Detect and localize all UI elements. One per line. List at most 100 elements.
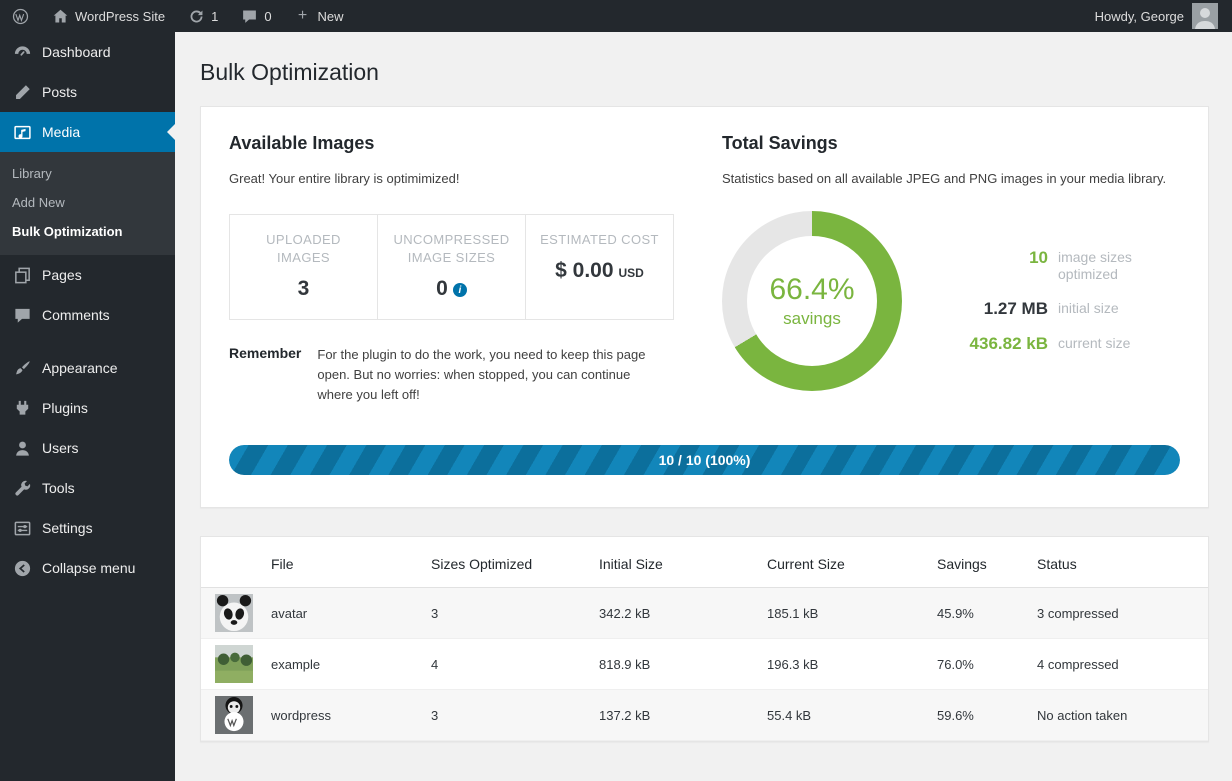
results-table-card: File Sizes Optimized Initial Size Curren… — [200, 536, 1209, 742]
initial-size-cell: 342.2 kB — [587, 588, 755, 639]
comments-menu[interactable]: 0 — [229, 0, 282, 32]
sidebar-item-pages[interactable]: Pages — [0, 255, 175, 295]
sizes-optimized-cell: 4 — [419, 639, 587, 690]
sidebar-item-appearance[interactable]: Appearance — [0, 348, 175, 388]
donut-center: 66.4% savings — [747, 236, 877, 366]
uploaded-images-value: 3 — [298, 277, 310, 301]
new-content-menu[interactable]: + New — [283, 0, 355, 32]
media-submenu: Library Add New Bulk Optimization — [0, 152, 175, 255]
file-name: avatar — [259, 588, 419, 639]
stat-label: UNCOMPRESSED IMAGE SIZES — [389, 231, 514, 267]
file-column-header: File — [259, 537, 419, 588]
total-savings-section: Total Savings Statistics based on all av… — [722, 133, 1180, 405]
sidebar-item-users[interactable]: Users — [0, 428, 175, 468]
file-name: example — [259, 639, 419, 690]
current-size-label: current size — [1058, 334, 1130, 353]
sidebar-item-label: Dashboard — [42, 44, 111, 60]
thumbnail-avatar — [215, 594, 253, 632]
sidebar-item-label: Posts — [42, 84, 77, 100]
menu-separator — [0, 335, 175, 348]
table-row: avatar 3 342.2 kB 185.1 kB 45.9% 3 compr… — [201, 588, 1208, 639]
savings-column-header: Savings — [925, 537, 1025, 588]
initial-size-cell: 137.2 kB — [587, 690, 755, 741]
posts-icon — [12, 82, 32, 102]
remember-label: Remember — [229, 345, 301, 405]
dashboard-icon — [12, 42, 32, 62]
progress-label: 10 / 10 (100%) — [229, 445, 1180, 475]
sizes-optimized-cell: 3 — [419, 690, 587, 741]
sidebar-item-media[interactable]: Media — [0, 112, 175, 152]
sidebar-item-label: Comments — [42, 307, 110, 323]
status-cell: No action taken — [1025, 690, 1208, 741]
page-title: Bulk Optimization — [200, 55, 1209, 94]
comment-bubble-icon — [240, 7, 258, 25]
stat-sizes-optimized: 10 image sizes optimized — [936, 248, 1168, 284]
howdy-text: Howdy, George — [1095, 9, 1184, 24]
sidebar-item-dashboard[interactable]: Dashboard — [0, 32, 175, 72]
stat-initial-size: 1.27 MB initial size — [936, 299, 1168, 319]
plus-icon: + — [294, 7, 312, 25]
initial-size-cell: 818.9 kB — [587, 639, 755, 690]
savings-cell: 45.9% — [925, 588, 1025, 639]
sidebar-item-label: Plugins — [42, 400, 88, 416]
tools-icon — [12, 478, 32, 498]
savings-cell: 59.6% — [925, 690, 1025, 741]
remember-note: Remember For the plugin to do the work, … — [229, 345, 674, 405]
users-icon — [12, 438, 32, 458]
stat-label: UPLOADED IMAGES — [241, 231, 366, 267]
sidebar-item-add-new[interactable]: Add New — [0, 188, 175, 217]
wordpress-logo-icon — [11, 7, 29, 25]
savings-cell: 76.0% — [925, 639, 1025, 690]
site-name-menu[interactable]: WordPress Site — [40, 0, 176, 32]
table-header-row: File Sizes Optimized Initial Size Curren… — [201, 537, 1208, 588]
status-cell: 4 compressed — [1025, 639, 1208, 690]
sidebar-item-tools[interactable]: Tools — [0, 468, 175, 508]
sidebar-item-collapse-menu[interactable]: Collapse menu — [0, 548, 175, 588]
home-icon — [51, 7, 69, 25]
appearance-icon — [12, 358, 32, 378]
account-menu[interactable]: Howdy, George — [1095, 3, 1232, 29]
initial-size-column-header: Initial Size — [587, 537, 755, 588]
savings-sublabel: savings — [783, 309, 841, 329]
main-content: Bulk Optimization Available Images Great… — [175, 32, 1232, 781]
user-avatar — [1192, 3, 1218, 29]
wordpress-logo-menu[interactable] — [0, 0, 40, 32]
sidebar-item-settings[interactable]: Settings — [0, 508, 175, 548]
updates-menu[interactable]: 1 — [176, 0, 229, 32]
bulk-progress-bar: 10 / 10 (100%) — [229, 445, 1180, 475]
current-size-cell: 55.4 kB — [755, 690, 925, 741]
stat-estimated-cost: ESTIMATED COST $ 0.00 USD — [525, 215, 673, 319]
sidebar-item-label: Settings — [42, 520, 93, 536]
sidebar-item-label: Users — [42, 440, 79, 456]
sidebar-item-label: Pages — [42, 267, 82, 283]
new-label: New — [318, 9, 344, 24]
initial-size-label: initial size — [1058, 299, 1119, 318]
sidebar-item-plugins[interactable]: Plugins — [0, 388, 175, 428]
status-column-header: Status — [1025, 537, 1208, 588]
stat-uncompressed-sizes: UNCOMPRESSED IMAGE SIZES 0 i — [377, 215, 525, 319]
thumbnail-column-header — [201, 537, 259, 588]
sizes-optimized-label: image sizes optimized — [1058, 248, 1168, 284]
comments-icon — [12, 305, 32, 325]
current-size-value: 436.82 kB — [936, 334, 1048, 354]
info-icon[interactable]: i — [453, 283, 467, 297]
sidebar-item-comments[interactable]: Comments — [0, 295, 175, 335]
updates-count: 1 — [211, 9, 218, 24]
sidebar-item-library[interactable]: Library — [0, 159, 175, 188]
collapse-arrow-icon — [12, 558, 32, 578]
stat-current-size: 436.82 kB current size — [936, 334, 1168, 354]
sidebar-item-bulk-optimization[interactable]: Bulk Optimization — [0, 217, 175, 246]
current-size-column-header: Current Size — [755, 537, 925, 588]
sidebar: Dashboard Posts Media Library Add New Bu… — [0, 32, 175, 781]
sidebar-item-label: Appearance — [42, 360, 118, 376]
sidebar-item-label: Media — [42, 124, 80, 140]
site-name: WordPress Site — [75, 9, 165, 24]
settings-icon — [12, 518, 32, 538]
initial-size-value: 1.27 MB — [936, 299, 1048, 319]
remember-text: For the plugin to do the work, you need … — [317, 345, 662, 405]
table-row: wordpress 3 137.2 kB 55.4 kB 59.6% No ac… — [201, 690, 1208, 741]
current-size-cell: 196.3 kB — [755, 639, 925, 690]
sidebar-item-posts[interactable]: Posts — [0, 72, 175, 112]
estimated-cost-value: $ 0.00 — [555, 259, 613, 283]
savings-percent: 66.4% — [769, 273, 854, 307]
